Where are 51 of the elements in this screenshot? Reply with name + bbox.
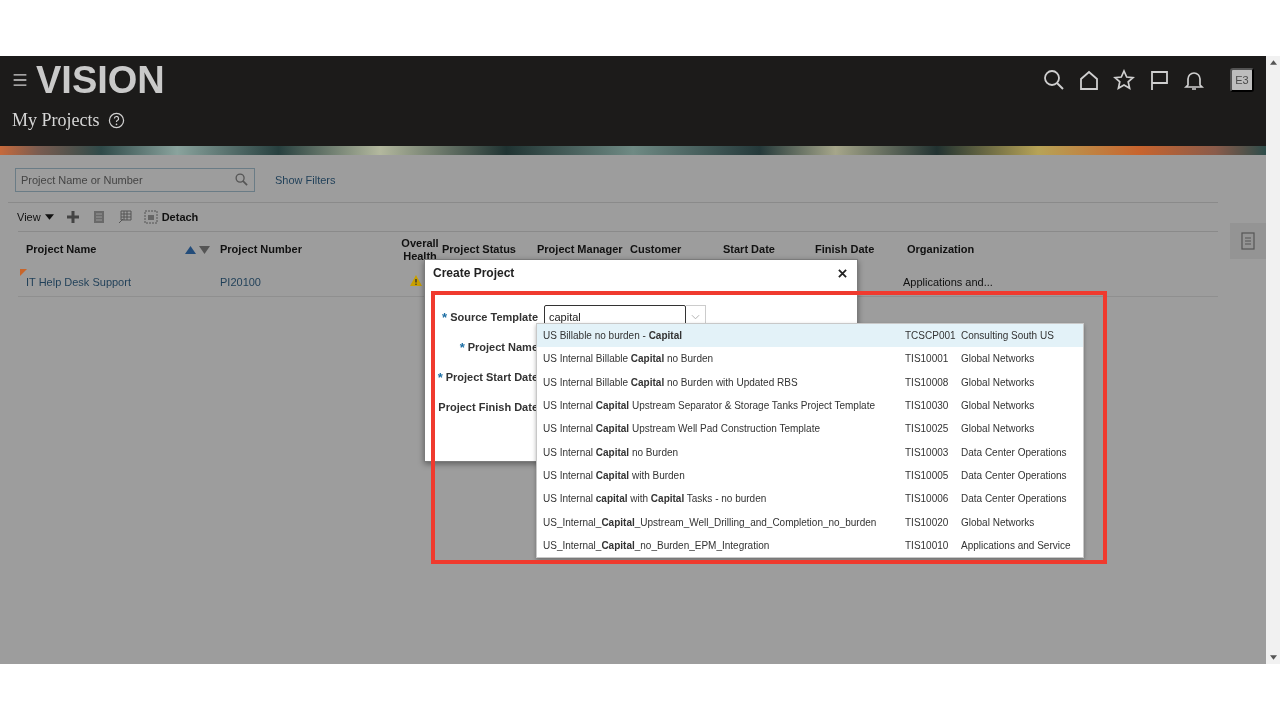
scroll-down-icon[interactable] bbox=[1269, 655, 1277, 660]
close-icon bbox=[838, 268, 847, 278]
detach-icon bbox=[143, 210, 158, 224]
logo: VISION bbox=[36, 62, 165, 98]
star-icon[interactable] bbox=[1113, 69, 1135, 91]
panel-toggle-button[interactable] bbox=[1230, 223, 1266, 259]
project-link[interactable]: IT Help Desk Support bbox=[22, 275, 181, 288]
dialog-title: Create Project bbox=[433, 266, 515, 280]
dropdown-option[interactable]: US Internal Capital Upstream Well Pad Construction Template TIS10025 Global Networks bbox=[537, 417, 1083, 441]
column-header[interactable]: Customer bbox=[630, 243, 723, 256]
dropdown-option[interactable]: US_Internal_Capital_no_Burden_EPM_Integration TIS10010 Applications and Service bbox=[537, 533, 1083, 557]
scroll-up-icon[interactable] bbox=[1269, 60, 1277, 65]
required-mark: * bbox=[459, 339, 465, 355]
dropdown-option[interactable]: US Internal Billable Capital no Burden TIS10001 Global Networks bbox=[537, 347, 1083, 371]
close-button[interactable] bbox=[836, 266, 849, 280]
column-header[interactable]: Finish Date bbox=[815, 243, 907, 256]
page-title: My Projects bbox=[12, 110, 100, 131]
help-icon[interactable] bbox=[107, 112, 125, 129]
user-avatar[interactable]: E3 bbox=[1230, 68, 1254, 92]
show-filters-link[interactable]: Show Filters bbox=[275, 174, 336, 186]
dropdown-option[interactable]: US Internal Capital Upstream Separator & Storage Tanks Project Template TIS10030 Global Networks bbox=[537, 393, 1083, 418]
dropdown-option[interactable]: US Billable no burden - Capital TCSCP001 Consulting South US bbox=[537, 324, 1083, 348]
required-mark: * bbox=[437, 369, 443, 385]
add-icon[interactable] bbox=[65, 210, 80, 224]
caret-icon bbox=[44, 214, 54, 220]
dropdown-option[interactable]: US Internal Billable Capital no Burden with Updated RBS TIS10008 Global Networks bbox=[537, 370, 1083, 394]
detach-button[interactable]: Detach bbox=[143, 210, 199, 224]
dropdown-option[interactable]: US_Internal_Capital_Upstream_Well_Drilling_and_Completion_no_burden TIS10020 Global Networks bbox=[537, 510, 1083, 534]
search-field[interactable]: Project Name or Number bbox=[15, 168, 255, 192]
column-header[interactable]: Project Number bbox=[220, 243, 398, 256]
menu-icon[interactable] bbox=[12, 73, 28, 87]
home-icon[interactable] bbox=[1078, 69, 1100, 91]
search-icon[interactable] bbox=[1043, 69, 1065, 91]
chevron-icon bbox=[691, 314, 700, 320]
column-header[interactable]: Organization bbox=[907, 243, 1218, 256]
view-menu[interactable]: View bbox=[17, 211, 54, 223]
table-cell-text: Applications and... bbox=[903, 275, 994, 288]
column-header[interactable]: Project Name bbox=[26, 243, 185, 256]
dropdown-option[interactable]: US Internal capital with Capital Tasks - no burden TIS10006 Data Center Operations bbox=[537, 487, 1083, 511]
column-header[interactable]: Project Manager bbox=[537, 243, 630, 256]
sort-arrows-icon[interactable] bbox=[185, 245, 211, 254]
bell-icon[interactable] bbox=[1183, 69, 1205, 91]
column-header[interactable]: Start Date bbox=[723, 243, 815, 256]
field-label: Source Template bbox=[450, 311, 538, 323]
document-icon bbox=[1241, 232, 1255, 250]
project-number-link[interactable]: PI20100 bbox=[216, 275, 394, 288]
flag-icon[interactable] bbox=[1148, 69, 1170, 91]
required-mark: * bbox=[442, 309, 448, 325]
dropdown-option[interactable]: US Internal Capital no Burden TIS10003 Data Center Operations bbox=[537, 440, 1083, 464]
dropdown-option[interactable]: US Internal Capital with Burden TIS10005 Data Center Operations bbox=[537, 463, 1083, 488]
column-header[interactable]: Project Status bbox=[442, 243, 537, 256]
